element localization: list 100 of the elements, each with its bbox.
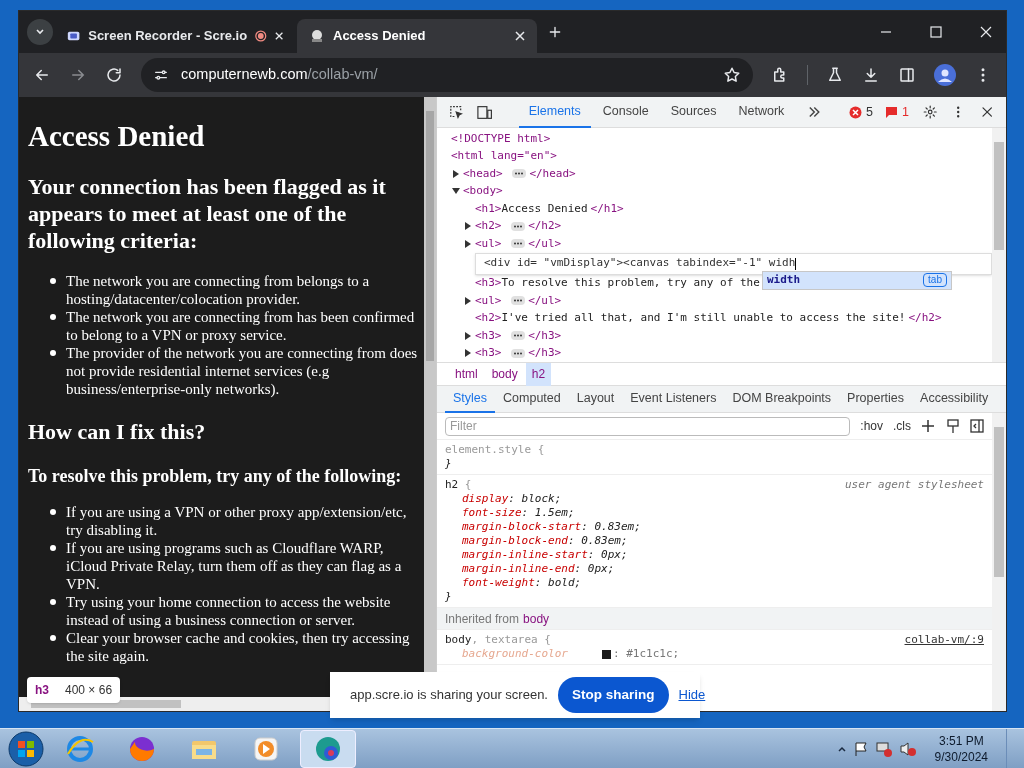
dom-node-text[interactable]: <html lang="en"> (451, 148, 557, 165)
avatar-icon[interactable] (934, 64, 956, 86)
vertical-scrollbar[interactable] (992, 128, 1006, 362)
devtools-tab[interactable]: Console (592, 96, 659, 128)
download-icon[interactable] (862, 66, 880, 84)
collapsed-triangle-icon[interactable] (464, 222, 472, 231)
styles-pane-tab[interactable]: Layout (568, 385, 623, 413)
dom-node-text[interactable]: <h2>I've tried all that, and I'm still unable to access the site! (475, 310, 906, 327)
close-icon[interactable] (515, 31, 525, 41)
paint-roller-icon[interactable] (946, 418, 960, 434)
closing-tag: </h1> (590, 200, 624, 217)
dom-node-text[interactable]: <ul> (475, 235, 509, 252)
reload-icon[interactable] (105, 66, 123, 84)
css-declaration[interactable]: display: block; (445, 492, 984, 506)
ellipsis-icon[interactable] (511, 239, 526, 249)
styles-pane-tab[interactable]: Computed (495, 385, 569, 413)
sidebar-toggle-icon[interactable] (970, 419, 984, 433)
css-declaration[interactable]: font-weight: bold; (445, 576, 984, 590)
collapsed-triangle-icon[interactable] (464, 239, 472, 248)
dom-node-text[interactable]: <ul> (475, 292, 509, 309)
browser-tab[interactable]: Screen Recorder - Scre.io (55, 19, 295, 53)
page-heading: Access Denied (28, 119, 206, 153)
maximize-icon[interactable] (930, 26, 942, 38)
section-heading: To resolve this problem, try any of the following: (28, 465, 403, 487)
styles-pane-tab[interactable]: Properties (839, 385, 913, 413)
class-button[interactable]: .cls (893, 417, 911, 435)
dom-node-text[interactable]: <h2> (475, 218, 509, 235)
bullet-icon (50, 509, 56, 515)
ellipsis-icon[interactable] (511, 296, 526, 306)
collapsed-triangle-icon[interactable] (452, 169, 460, 178)
browser-tab[interactable]: Access Denied (297, 19, 537, 53)
tooltip-tag: h3 (35, 681, 49, 699)
star-icon[interactable] (723, 66, 741, 84)
css-selector[interactable]: h2 { (445, 478, 472, 492)
new-tab-icon[interactable] (547, 24, 563, 40)
speaker-muted-icon[interactable] (898, 740, 917, 757)
color-swatch[interactable] (601, 649, 611, 659)
ellipsis-icon[interactable] (511, 221, 526, 231)
css-declaration[interactable]: margin-block-start: 0.83em; (445, 520, 984, 534)
stop-sharing-button[interactable]: Stop sharing (558, 677, 669, 713)
breadcrumb[interactable]: html (449, 362, 484, 386)
devtools-tab[interactable]: Network (728, 96, 795, 128)
flag-icon[interactable] (852, 740, 869, 757)
ellipsis-icon[interactable] (511, 348, 526, 358)
close-icon[interactable] (274, 31, 283, 41)
html-edit-field[interactable]: <div id= "vmDisplay"><canvas tabindex="-1" widh (475, 252, 992, 275)
settings-icon[interactable] (922, 104, 938, 120)
devtools-tab[interactable]: Sources (660, 96, 727, 128)
inherited-element-link[interactable]: body (523, 609, 550, 628)
devtools-tab[interactable]: Elements (518, 96, 591, 128)
collapsed-triangle-icon[interactable] (464, 331, 472, 340)
start-orb-icon[interactable] (6, 728, 46, 768)
sidebar-icon[interactable] (898, 66, 916, 84)
closing-brace: } (445, 590, 452, 604)
flask-icon[interactable] (826, 66, 844, 84)
plus-icon[interactable] (921, 418, 936, 434)
collapsed-triangle-icon[interactable] (464, 296, 472, 305)
issue-count[interactable]: 1 (901, 102, 909, 122)
source-link[interactable]: collab-vm/:9 (904, 633, 984, 647)
dom-node-text[interactable]: <h3> (475, 327, 509, 344)
vertical-scrollbar[interactable] (992, 413, 1006, 711)
clock-time[interactable]: 3:51 PM (938, 732, 984, 749)
styles-pane-tab[interactable]: Accessibility (912, 385, 997, 413)
css-declaration[interactable]: margin-inline-end: 0px; (445, 562, 984, 576)
address-bar[interactable]: computernewb.com/collab-vm/ (141, 58, 753, 92)
ellipsis-icon[interactable] (511, 331, 526, 341)
dom-node-text[interactable]: <h1>Access Denied (475, 200, 588, 217)
closing-tag: </ul> (528, 292, 562, 309)
dom-node-text[interactable]: <h3>To resolve this problem, try any of the (475, 275, 760, 292)
network-error-icon[interactable] (874, 740, 893, 757)
clock-date[interactable]: 9/30/2024 (934, 748, 988, 765)
styles-pane-tab[interactable]: Event Listeners (622, 385, 725, 413)
styles-pane-tab[interactable]: DOM Breakpoints (724, 385, 840, 413)
close-icon[interactable] (979, 104, 995, 120)
styles-pane-tab[interactable]: Styles (445, 385, 496, 413)
dom-node-text[interactable]: <h3> (475, 345, 509, 362)
dom-node-text[interactable]: <body> (463, 183, 503, 200)
ellipsis-icon[interactable] (512, 169, 527, 179)
dom-node-text[interactable]: <!DOCTYPE html> (451, 130, 551, 147)
tab-search-button[interactable] (27, 19, 53, 45)
hover-state-button[interactable]: :hov (860, 417, 883, 435)
css-declaration[interactable]: background-color : #1c1c1c; (445, 647, 984, 661)
breadcrumb[interactable]: h2 (525, 362, 552, 386)
chevron-double-right-icon[interactable] (808, 106, 821, 118)
css-declaration[interactable]: font-size: 1.5em; (445, 506, 984, 520)
tune-icon[interactable] (153, 67, 169, 83)
expanded-triangle-icon[interactable] (452, 187, 460, 196)
hide-link[interactable]: Hide (678, 685, 706, 705)
css-declaration[interactable]: margin-inline-start: 0px; (445, 548, 984, 562)
error-count[interactable]: 5 (865, 102, 873, 122)
close-icon[interactable] (980, 26, 992, 38)
dom-node-text[interactable]: <head> (463, 165, 510, 182)
css-selector[interactable]: body, textarea { (445, 633, 551, 647)
breadcrumb[interactable]: body (485, 362, 524, 386)
inspect-icon[interactable] (449, 104, 464, 120)
collapsed-triangle-icon[interactable] (464, 349, 472, 358)
css-declaration[interactable]: margin-block-end: 0.83em; (445, 534, 984, 548)
device-icon[interactable] (477, 104, 493, 120)
closing-tag: </h2> (528, 218, 562, 235)
filter-field[interactable]: Filter (445, 416, 851, 436)
